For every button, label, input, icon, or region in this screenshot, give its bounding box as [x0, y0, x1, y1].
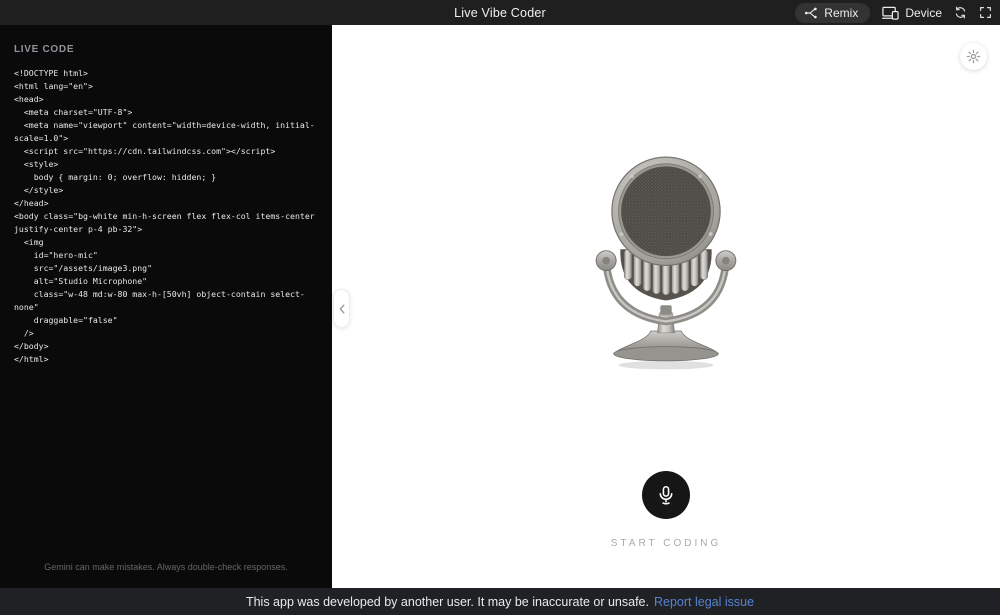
- remix-button[interactable]: Remix: [795, 3, 870, 23]
- gear-icon: [966, 49, 981, 64]
- topbar-actions: Remix Device: [795, 0, 992, 25]
- refresh-button[interactable]: [954, 6, 967, 19]
- device-label: Device: [905, 6, 942, 20]
- preview-pane: START CODING: [332, 25, 1000, 588]
- device-button[interactable]: Device: [882, 6, 942, 20]
- live-code-panel: LIVE CODE <!DOCTYPE html> <html lang="en…: [0, 25, 332, 588]
- gemini-disclaimer: Gemini can make mistakes. Always double-…: [0, 562, 332, 572]
- report-legal-issue-link[interactable]: Report legal issue: [654, 595, 754, 609]
- start-coding-label: START CODING: [332, 538, 1000, 549]
- refresh-icon: [954, 6, 967, 19]
- fullscreen-corners-icon: [979, 6, 992, 19]
- settings-button[interactable]: [960, 43, 987, 70]
- top-bar: Live Vibe Coder Remix: [0, 0, 1000, 25]
- devices-icon: [882, 6, 899, 20]
- footer-bar: This app was developed by another user. …: [0, 588, 1000, 615]
- remix-label: Remix: [824, 6, 858, 20]
- code-editor[interactable]: <!DOCTYPE html> <html lang="en"> <head> …: [14, 67, 318, 366]
- live-code-heading: LIVE CODE: [14, 44, 318, 55]
- microphone-icon: [655, 484, 677, 506]
- collapse-panel-button[interactable]: [333, 289, 350, 328]
- live-vibe-coder-app: Live Vibe Coder Remix: [0, 0, 1000, 615]
- fullscreen-button[interactable]: [979, 6, 992, 19]
- footer-notice: This app was developed by another user. …: [246, 595, 649, 609]
- chevron-left-icon: [338, 303, 346, 315]
- microphone-image: [590, 154, 742, 373]
- remix-fork-icon: [804, 6, 818, 20]
- start-coding-mic-button[interactable]: [642, 471, 690, 519]
